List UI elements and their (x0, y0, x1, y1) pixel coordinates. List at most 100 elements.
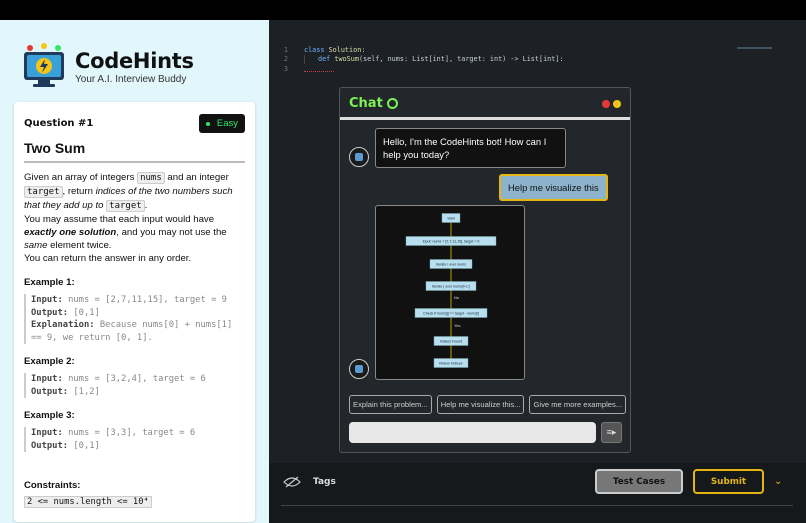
window-controls (599, 99, 621, 108)
minimap[interactable] (737, 47, 772, 49)
desc-emphasis: same (24, 240, 48, 251)
flow-node-label: Iterate i over nums (436, 263, 466, 267)
desc-text: element twice. (47, 240, 112, 251)
flow-node-label: Return Indices (439, 362, 462, 366)
question-title: Two Sum (24, 140, 245, 163)
desc-text: You may assume that each input would hav… (24, 214, 215, 225)
chat-panel: Chat Hello, I'm the CodeHints bot! How c… (339, 87, 631, 453)
flowchart-message: No Yes Start Input: nums = [2,7,11,15], tar… (375, 205, 525, 380)
brand-header: CodeHints Your A.I. Interview Buddy (20, 42, 194, 90)
suggestion-visualize-button[interactable]: Help me visualize this... (436, 395, 525, 414)
bot-avatar (349, 359, 369, 379)
eye-off-icon (283, 476, 301, 488)
example-title: Example 2: (24, 356, 75, 367)
tags-label: Tags (313, 477, 336, 487)
desc-text: . (144, 200, 148, 211)
flow-node-label: Iterate j over nums[i+1:] (432, 285, 470, 289)
output-label: Output: (31, 386, 69, 397)
suggestion-examples-button[interactable]: Give me more examples... (529, 395, 627, 414)
input-label: Input: (31, 374, 63, 384)
flow-node-label: Input: nums = [2,7,11,15], target = 9 (423, 240, 480, 244)
brand-name: CodeHints (75, 49, 194, 73)
suggestion-chips: Explain this problem... Help me visualiz… (349, 395, 627, 414)
inline-code: target (106, 200, 145, 212)
brand-tagline: Your A.I. Interview Buddy (75, 74, 187, 85)
code-keyword: class (304, 45, 325, 54)
bot-message: Hello, I'm the CodeHints bot! How can I … (375, 128, 566, 168)
difficulty-dot-icon (205, 121, 210, 126)
inline-code: target (24, 186, 63, 198)
bot-avatar (349, 147, 369, 167)
question-number: Question #1 (24, 118, 94, 129)
question-card: Question #1 Easy Two Sum Given an array … (14, 102, 255, 522)
chat-header: Chat (340, 88, 630, 120)
flowchart-diagram: No Yes Start Input: nums = [2,7,11,15], tar… (405, 213, 497, 368)
desc-strong: exactly one solution (24, 227, 117, 238)
desc-text: and an integer (164, 172, 229, 183)
input-label: Input: (31, 295, 63, 305)
code-keyword: def (318, 55, 331, 64)
flow-node-label: Start (447, 217, 455, 221)
code-editor[interactable]: 1 class Solution: 2 def twoSum (self, num… (269, 45, 564, 74)
editor-pane: 1 class Solution: 2 def twoSum (self, num… (269, 20, 806, 463)
example-input: nums = [3,2,4], target = 6 (68, 374, 206, 384)
flow-edge-label: Yes (454, 323, 461, 328)
constraints-title: Constraints: (24, 480, 81, 491)
tags-toggle[interactable]: Tags (283, 476, 336, 488)
test-cases-button[interactable]: Test Cases (595, 469, 683, 494)
code-line: 3 (269, 64, 564, 74)
example-block: Input: nums = [3,2,4], target = 6 Output… (24, 373, 245, 398)
line-number: 1 (283, 45, 288, 54)
flow-node-label: Indices Found (440, 340, 463, 344)
send-button[interactable]: ≡▸ (601, 422, 622, 443)
example-output: [1,2] (73, 386, 100, 397)
explanation-label: Explanation: (31, 320, 95, 330)
chat-input[interactable] (349, 422, 596, 443)
divider (281, 505, 793, 506)
constraint-item: 2 <= nums.length <= 10⁴ (24, 496, 152, 508)
minimize-dot-icon[interactable] (613, 99, 621, 108)
code-line: 2 def twoSum (self, nums: List[int], targ… (269, 54, 564, 65)
output-label: Output: (31, 307, 69, 318)
flow-edge-label: No (454, 295, 460, 300)
difficulty-label: Easy (216, 118, 238, 129)
chat-title-text: Chat (349, 96, 383, 111)
output-label: Output: (31, 440, 69, 451)
code-text: (self, nums: List[int], target: int) -> … (358, 55, 564, 64)
example-block: Input: nums = [3,3], target = 6 Output: … (24, 427, 245, 452)
example-output: [0,1] (73, 307, 100, 318)
desc-text: , return (62, 186, 96, 197)
send-icon: ≡▸ (606, 427, 617, 437)
example-title: Example 1: (24, 277, 75, 288)
difficulty-badge: Easy (198, 114, 245, 133)
chat-title: Chat (349, 96, 398, 111)
line-number: 3 (283, 64, 288, 73)
close-dot-icon[interactable] (602, 99, 610, 108)
top-bar (0, 0, 806, 20)
user-message: Help me visualize this (499, 174, 608, 201)
code-identifier: twoSum (334, 55, 359, 64)
code-line: 1 class Solution: (269, 45, 564, 55)
code-identifier: Solution (328, 45, 362, 54)
chat-bubble-icon (386, 98, 398, 109)
robot-logo-icon (24, 43, 64, 87)
problem-pane: CodeHints Your A.I. Interview Buddy Ques… (0, 20, 269, 523)
input-label: Input: (31, 428, 63, 438)
desc-text: Given an array of integers (24, 172, 138, 183)
example-output: [0,1] (73, 440, 100, 451)
bottom-bar: Tags Test Cases Submit ⌄ (269, 463, 806, 523)
example-input: nums = [3,3], target = 6 (68, 428, 196, 438)
example-title: Example 3: (24, 410, 75, 421)
desc-text: You can return the answer in any order. (24, 253, 192, 264)
desc-text: , and you may not use the (116, 227, 227, 238)
chevron-down-icon[interactable]: ⌄ (774, 476, 782, 487)
flow-node-label: Check if nums[j] == target - nums[i] (423, 312, 479, 316)
line-number: 2 (283, 55, 288, 64)
code-text: : (361, 45, 366, 54)
submit-button[interactable]: Submit (693, 469, 764, 494)
example-block: Input: nums = [2,7,11,15], target = 9 Ou… (24, 294, 245, 344)
question-description: Given an array of integers nums and an i… (24, 171, 245, 265)
inline-code: nums (137, 172, 165, 184)
example-input: nums = [2,7,11,15], target = 9 (68, 295, 227, 305)
suggestion-explain-button[interactable]: Explain this problem... (349, 395, 432, 414)
